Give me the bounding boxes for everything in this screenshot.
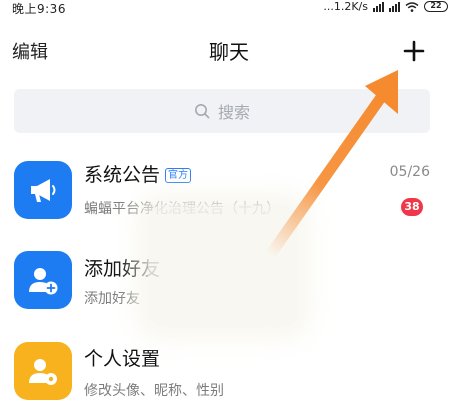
official-badge: 官方 <box>165 168 192 183</box>
chat-preview: 添加好友 <box>84 291 140 307</box>
battery-icon: 22 <box>424 1 448 12</box>
wifi-icon <box>405 1 419 12</box>
chat-item-personal-settings[interactable]: 个人设置 修改头像、昵称、性别 <box>0 332 458 408</box>
status-time: 晚上9:36 <box>12 2 66 16</box>
signal-icon <box>373 1 384 12</box>
signal-icon-2 <box>389 1 400 12</box>
watermark-blur <box>148 205 298 327</box>
search-placeholder: 搜索 <box>217 103 250 122</box>
chat-date: 05/26 <box>389 164 430 180</box>
plus-icon <box>403 40 425 62</box>
header: 编辑 聊天 <box>0 30 458 70</box>
page-title: 聊天 <box>209 40 249 64</box>
avatar <box>14 161 72 219</box>
chat-title: 个人设置 <box>84 348 161 370</box>
status-indicators: ...1.2K/s 22 <box>323 0 448 13</box>
user-settings-icon <box>29 359 57 385</box>
search-icon <box>194 104 210 119</box>
avatar <box>14 251 72 309</box>
status-bar: 晚上9:36 ...1.2K/s 22 <box>0 0 458 16</box>
network-speed: ...1.2K/s <box>323 0 368 13</box>
chat-preview: 修改头像、昵称、性别 <box>84 383 224 399</box>
avatar <box>14 342 72 400</box>
megaphone-icon <box>31 179 56 202</box>
chat-title: 系统公告 官方 <box>84 160 192 187</box>
search-input[interactable]: 搜索 <box>14 89 430 133</box>
unread-badge: 38 <box>401 198 423 216</box>
add-button[interactable] <box>403 40 425 62</box>
add-user-icon <box>29 268 58 295</box>
